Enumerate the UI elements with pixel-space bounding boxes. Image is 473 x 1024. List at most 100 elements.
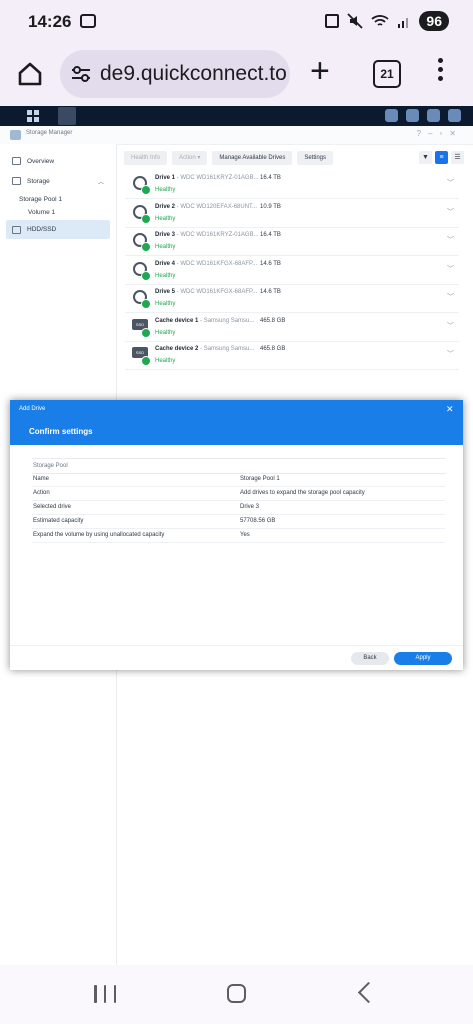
summary-row: Name Storage Pool 1 [32, 472, 445, 487]
screen-record-icon [80, 14, 96, 28]
summary-value: 57708.56 GB [240, 518, 276, 524]
signal-icon [398, 18, 409, 28]
drive-name: Drive 4 - WDC WD161KFGX-68AFP... [155, 260, 258, 267]
drive-status: Healthy [155, 244, 176, 250]
widgets-icon[interactable] [427, 109, 440, 122]
drive-name: Drive 5 - WDC WD161KFGX-68AFP... [155, 289, 258, 295]
status-bar: 14:26 96 [0, 0, 473, 44]
sidebar-item-overview[interactable]: Overview [6, 152, 54, 170]
drive-model: - WDC WD161KFGX-68AFP... [175, 289, 258, 295]
manage-drives-button[interactable]: Manage Available Drives [212, 151, 293, 165]
recent-apps-button[interactable] [94, 985, 116, 1003]
drive-size: 14.6 TB [260, 289, 281, 295]
drive-name: Cache device 2 - Samsung Samsu... [155, 346, 255, 352]
url-text[interactable]: de9.quickconnect.to [100, 62, 287, 86]
drive-row[interactable]: Drive 4 - WDC WD161KFGX-68AFP... 14.6 TB H… [125, 256, 459, 285]
sidebar-item-label: Overview [27, 157, 55, 165]
summary-key: Action [33, 490, 50, 496]
nfc-icon [325, 14, 340, 28]
chevron-down-icon[interactable]: ﹀ [447, 264, 454, 274]
summary-row: Expand the volume by using unallocated c… [32, 528, 445, 543]
window-title: Storage Manager [26, 130, 73, 136]
user-icon[interactable] [406, 109, 419, 122]
drive-name: Drive 1 - WDC WD161KRYZ-01AGB... [155, 175, 259, 181]
healthy-check-icon [141, 299, 151, 309]
tab-switcher-button[interactable]: 21 [373, 60, 401, 88]
new-tab-button[interactable]: + [310, 54, 330, 88]
sidebar-item-hdd-ssd[interactable]: HDD/SSD [6, 220, 110, 239]
mute-icon [347, 13, 364, 29]
healthy-check-icon [141, 185, 151, 195]
window-controls[interactable]: ?–▫✕ [417, 129, 463, 138]
overview-icon [12, 157, 21, 165]
site-settings-icon[interactable] [70, 66, 92, 82]
back-nav-button[interactable] [357, 981, 380, 1004]
summary-row: Estimated capacity 57708.56 GB [32, 514, 445, 529]
drive-size: 16.4 TB [260, 175, 281, 181]
url-bar[interactable]: de9.quickconnect.to [60, 50, 290, 98]
drive-name: Drive 2 - WDC WD120EFAX-68UNT... [155, 203, 258, 210]
drive-model: - WDC WD161KRYZ-01AGB... [175, 175, 259, 181]
close-icon[interactable]: ✕ [446, 404, 454, 415]
chevron-down-icon[interactable]: ﹀ [447, 207, 454, 217]
drive-size: 14.6 TB [260, 260, 281, 267]
search-icon[interactable] [448, 109, 461, 122]
dialog-title: Confirm settings [29, 427, 93, 436]
summary-value: Storage Pool 1 [240, 476, 280, 482]
drive-size: 465.8 GB [260, 317, 286, 324]
summary-value: Drive 3 [240, 504, 260, 510]
drive-model: - WDC WD161KFGX-68AFP... [175, 260, 258, 267]
chevron-up-icon[interactable]: ︿ [98, 177, 104, 186]
apply-button[interactable]: Apply [394, 652, 452, 665]
grid-view-icon[interactable]: ☰ [451, 151, 464, 164]
dsm-tray [385, 109, 461, 122]
drive-row[interactable]: Drive 1 - WDC WD161KRYZ-01AGB... 16.4 TB H… [125, 170, 459, 199]
add-drive-dialog: Add Drive ✕ Confirm settings Storage Poo… [10, 400, 463, 670]
list-view-icon[interactable]: ≡ [435, 151, 448, 164]
drive-name: Cache device 1 - Samsung Samsu... [155, 317, 255, 324]
chevron-down-icon[interactable]: ﹀ [447, 349, 454, 359]
main-menu-icon[interactable] [26, 109, 40, 123]
drive-row[interactable]: SSD Cache device 2 - Samsung Samsu... 465.… [125, 341, 459, 370]
drive-status: Healthy [155, 358, 176, 364]
chevron-down-icon[interactable]: ﹀ [447, 178, 454, 188]
filter-icon[interactable]: ▼ [419, 151, 432, 164]
action-dropdown[interactable]: Action ▾ [172, 151, 208, 165]
drive-size: 16.4 TB [260, 232, 281, 238]
sidebar-item-volume-1[interactable]: Volume 1 [28, 203, 55, 221]
drive-status: Healthy [155, 272, 176, 279]
notification-icon[interactable] [385, 109, 398, 122]
more-menu-icon[interactable] [438, 58, 444, 85]
back-button[interactable]: Back [351, 652, 389, 665]
drive-status: Healthy [155, 215, 176, 222]
drive-row[interactable]: Drive 2 - WDC WD120EFAX-68UNT... 10.9 TB H… [125, 199, 459, 228]
sidebar-item-storage[interactable]: Storage [6, 172, 50, 190]
browser-toolbar: de9.quickconnect.to + 21 [0, 44, 473, 106]
storage-manager-taskbar-icon[interactable] [58, 107, 76, 125]
sidebar-item-label: HDD/SSD [27, 226, 57, 233]
home-icon[interactable] [16, 60, 44, 88]
wifi-icon [371, 15, 390, 26]
sidebar-item-label: Storage Pool 1 [19, 195, 63, 203]
drive-model: - Samsung Samsu... [198, 346, 255, 352]
healthy-check-icon [141, 270, 151, 281]
health-info-button[interactable]: Health Info [124, 151, 168, 165]
healthy-check-icon [141, 327, 151, 338]
summary-value: Add drives to expand the storage pool ca… [240, 490, 365, 496]
summary-key: Name [33, 476, 50, 482]
chevron-down-icon[interactable]: ﹀ [447, 321, 454, 331]
chevron-down-icon[interactable]: ﹀ [447, 292, 454, 302]
summary-value: Yes [240, 532, 250, 538]
drive-row[interactable]: Drive 5 - WDC WD161KFGX-68AFP... 14.6 TB H… [125, 284, 459, 313]
sidebar-item-label: Volume 1 [28, 208, 56, 216]
drive-row[interactable]: SSD Cache device 1 - Samsung Samsu... 465.… [125, 313, 459, 342]
system-nav-bar [0, 965, 473, 1024]
drive-name: Drive 3 - WDC WD161KRYZ-01AGB... [155, 232, 259, 238]
dsm-taskbar [0, 106, 473, 126]
drive-row[interactable]: Drive 3 - WDC WD161KRYZ-01AGB... 16.4 TB H… [125, 227, 459, 256]
dialog-header: Add Drive ✕ Confirm settings [10, 400, 463, 445]
chevron-down-icon[interactable]: ﹀ [447, 235, 454, 245]
settings-button[interactable]: Settings [297, 151, 334, 165]
healthy-check-icon [141, 242, 151, 252]
home-button[interactable] [227, 984, 246, 1003]
